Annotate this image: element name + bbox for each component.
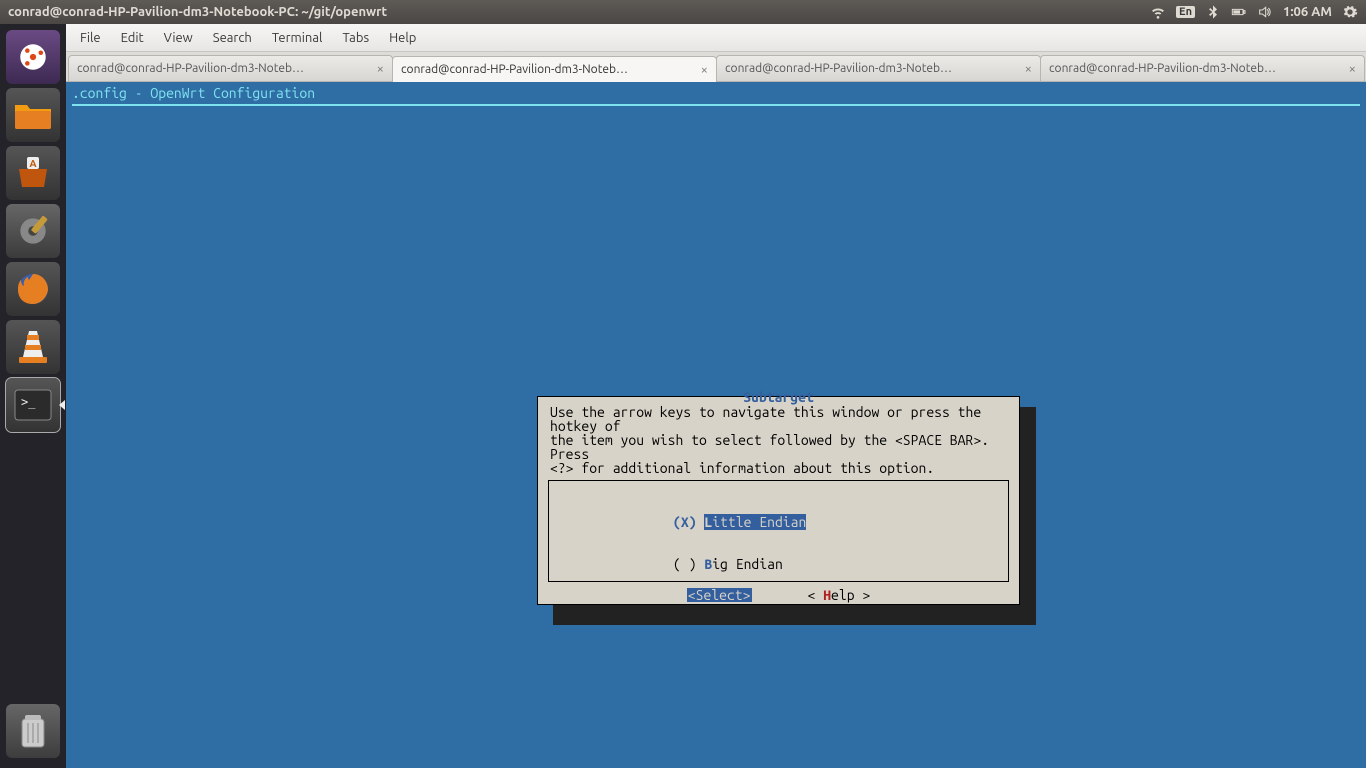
clock[interactable]: 1:06 AM [1283, 5, 1332, 19]
dialog-help-line: the item you wish to select followed by … [550, 433, 1007, 461]
menu-edit[interactable]: Edit [113, 29, 152, 47]
svg-text:A: A [29, 158, 36, 169]
wifi-icon[interactable] [1150, 4, 1166, 20]
menu-terminal[interactable]: Terminal [264, 29, 331, 47]
terminal-tab[interactable]: conrad@conrad-HP-Pavilion-dm3-Noteb… × [392, 56, 717, 82]
help-button[interactable]: < Help > [808, 588, 871, 602]
menuconfig-dialog: Subtarget Use the arrow keys to navigate… [537, 396, 1020, 605]
top-panel: conrad@conrad-HP-Pavilion-dm3-Notebook-P… [0, 0, 1366, 24]
close-icon[interactable]: × [1025, 62, 1032, 76]
menu-tabs[interactable]: Tabs [334, 29, 377, 47]
terminal-tab[interactable]: conrad@conrad-HP-Pavilion-dm3-Noteb… × [1040, 55, 1365, 81]
launcher-settings[interactable] [6, 204, 60, 258]
tab-label: conrad@conrad-HP-Pavilion-dm3-Noteb… [1049, 62, 1343, 75]
title-rule [72, 104, 1360, 106]
gear-icon[interactable] [1342, 4, 1358, 20]
terminal-tab[interactable]: conrad@conrad-HP-Pavilion-dm3-Noteb… × [68, 55, 393, 81]
keyboard-layout-indicator[interactable]: En [1176, 6, 1195, 18]
menu-file[interactable]: File [72, 29, 109, 47]
dialog-title: Subtarget [538, 390, 1019, 404]
launcher-files[interactable] [6, 88, 60, 142]
close-icon[interactable]: × [701, 63, 708, 77]
bluetooth-icon[interactable] [1205, 4, 1221, 20]
dialog-help-line: <?> for additional information about thi… [550, 461, 1007, 475]
dialog-options-frame: (X) Little Endian ( ) Big Endian ( ) Lit… [548, 480, 1009, 582]
tab-label: conrad@conrad-HP-Pavilion-dm3-Noteb… [725, 62, 1019, 75]
terminal-viewport[interactable]: .config - OpenWrt Configuration Subtarge… [66, 82, 1366, 768]
clock-text: 1:06 AM [1283, 5, 1332, 19]
dialog-help-text: Use the arrow keys to navigate this wind… [538, 404, 1019, 476]
window-title: conrad@conrad-HP-Pavilion-dm3-Notebook-P… [8, 5, 1140, 19]
launcher-vlc[interactable] [6, 320, 60, 374]
dialog-help-line: Use the arrow keys to navigate this wind… [550, 405, 1007, 433]
close-icon[interactable]: × [1349, 62, 1356, 76]
menubar: File Edit View Search Terminal Tabs Help [66, 24, 1366, 52]
launcher-firefox[interactable] [6, 262, 60, 316]
launcher-dash[interactable] [6, 30, 60, 84]
volume-icon[interactable] [1257, 4, 1273, 20]
menu-view[interactable]: View [156, 29, 201, 47]
launcher-active-indicator [59, 400, 65, 410]
config-title: .config - OpenWrt Configuration [72, 85, 315, 101]
tabbar: conrad@conrad-HP-Pavilion-dm3-Noteb… × c… [66, 52, 1366, 82]
tab-label: conrad@conrad-HP-Pavilion-dm3-Noteb… [77, 62, 371, 75]
battery-icon[interactable] [1231, 4, 1247, 20]
close-icon[interactable]: × [377, 62, 384, 76]
menu-search[interactable]: Search [205, 29, 260, 47]
terminal-window: File Edit View Search Terminal Tabs Help… [66, 24, 1366, 768]
select-button[interactable]: <Select> [687, 588, 752, 602]
unity-launcher: A >_ [0, 24, 66, 768]
svg-text:>_: >_ [21, 395, 36, 409]
launcher-terminal[interactable]: >_ [6, 378, 60, 432]
option-little-endian[interactable]: (X) Little Endian [557, 515, 1000, 529]
launcher-trash[interactable] [6, 704, 60, 758]
menu-help[interactable]: Help [381, 29, 424, 47]
tab-label: conrad@conrad-HP-Pavilion-dm3-Noteb… [401, 63, 695, 76]
launcher-software-center[interactable]: A [6, 146, 60, 200]
dialog-buttons: <Select> < Help > [538, 588, 1019, 602]
option-big-endian[interactable]: ( ) Big Endian [557, 557, 1000, 571]
terminal-tab[interactable]: conrad@conrad-HP-Pavilion-dm3-Noteb… × [716, 55, 1041, 81]
